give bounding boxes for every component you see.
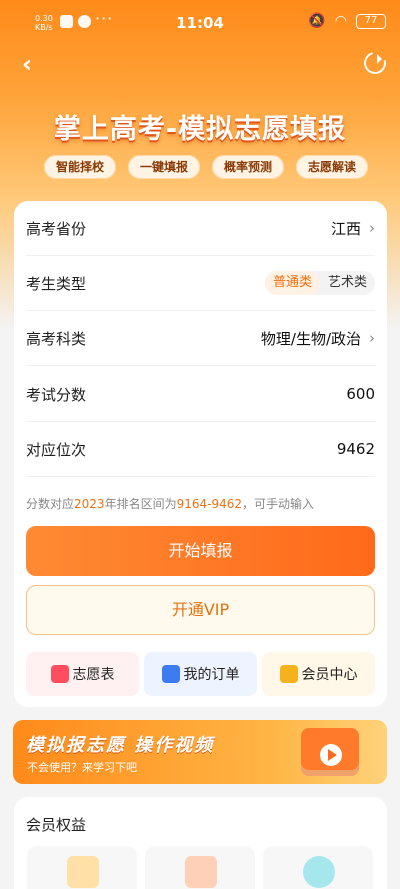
crown-icon	[279, 665, 298, 683]
profile-card-icon	[67, 856, 99, 888]
rank-label: 对应位次	[26, 440, 87, 459]
rank-note: 分数对应2023年排名区间为9164-9462，可手动输入	[26, 497, 315, 511]
student-type-toggle[interactable]: 普通类 艺术类	[264, 271, 375, 295]
mbti-icon	[303, 856, 335, 888]
score-row[interactable]: 考试分数 600	[26, 367, 375, 422]
chip-smart-select[interactable]: 智能择校	[44, 155, 117, 179]
chevron-right-icon: ›	[369, 219, 375, 237]
subjects-label: 高考科类	[26, 329, 87, 348]
feature-chips: 智能择校 一键填报 概率预测 志愿解读	[44, 155, 369, 179]
form-card: 高考省份 江西 › 考生类型 普通类 艺术类 高考科类 物理/生物/政治 › 考试分…	[14, 201, 387, 707]
briefcase-icon	[185, 856, 217, 888]
student-type-row: 考生类型 普通类 艺术类	[26, 256, 375, 311]
benefit-tile[interactable]	[263, 846, 373, 889]
start-fill-button[interactable]: 开始填报	[26, 526, 375, 576]
chip-interpret[interactable]: 志愿解读	[296, 155, 369, 179]
chip-one-click[interactable]: 一键填报	[128, 155, 201, 179]
chevron-right-icon: ›	[369, 329, 375, 347]
rank-row[interactable]: 对应位次 9462	[26, 422, 375, 477]
rank-input[interactable]: 9462	[337, 440, 375, 458]
list-icon	[50, 665, 69, 683]
option-art[interactable]: 艺术类	[320, 271, 375, 295]
banner-title: 模拟报志愿 操作视频	[26, 735, 215, 756]
status-bar: 0.30 KB/s ··· 11:04 🔕 ◠ 77	[0, 0, 400, 42]
page-title: 掌上高考-模拟志愿填报	[53, 114, 347, 145]
play-icon	[320, 744, 342, 766]
benefits-card: 会员权益	[14, 797, 387, 889]
wifi-icon: ◠	[334, 13, 347, 29]
benefits-title: 会员权益	[26, 816, 87, 834]
shortcut-my-orders[interactable]: 我的订单	[144, 652, 257, 696]
option-regular[interactable]: 普通类	[264, 271, 320, 295]
mute-icon: 🔕	[308, 13, 326, 29]
subjects-value: 物理/生物/政治	[260, 329, 361, 348]
benefit-tile[interactable]	[27, 846, 137, 889]
score-input[interactable]: 600	[346, 385, 375, 403]
open-vip-button[interactable]: 开通VIP	[26, 585, 375, 635]
chevron-left-icon: ‹	[22, 50, 32, 78]
student-type-label: 考生类型	[26, 274, 87, 293]
score-label: 考试分数	[26, 385, 87, 404]
chip-probability[interactable]: 概率预测	[212, 155, 285, 179]
shortcut-member-center[interactable]: 会员中心	[262, 652, 375, 696]
benefit-tile[interactable]	[145, 846, 255, 889]
order-icon	[161, 665, 180, 683]
battery-icon: 77	[356, 13, 386, 29]
shortcut-wish-table[interactable]: 志愿表	[26, 652, 139, 696]
province-value: 江西	[330, 219, 361, 238]
province-label: 高考省份	[26, 219, 87, 238]
subjects-row[interactable]: 高考科类 物理/生物/政治 ›	[26, 311, 375, 366]
back-button[interactable]: ‹	[22, 52, 42, 76]
tutorial-banner[interactable]: 模拟报志愿 操作视频 不会使用？来学习下吧	[13, 720, 387, 784]
banner-subtitle: 不会使用？来学习下吧	[27, 761, 137, 774]
province-row[interactable]: 高考省份 江西 ›	[26, 201, 375, 256]
